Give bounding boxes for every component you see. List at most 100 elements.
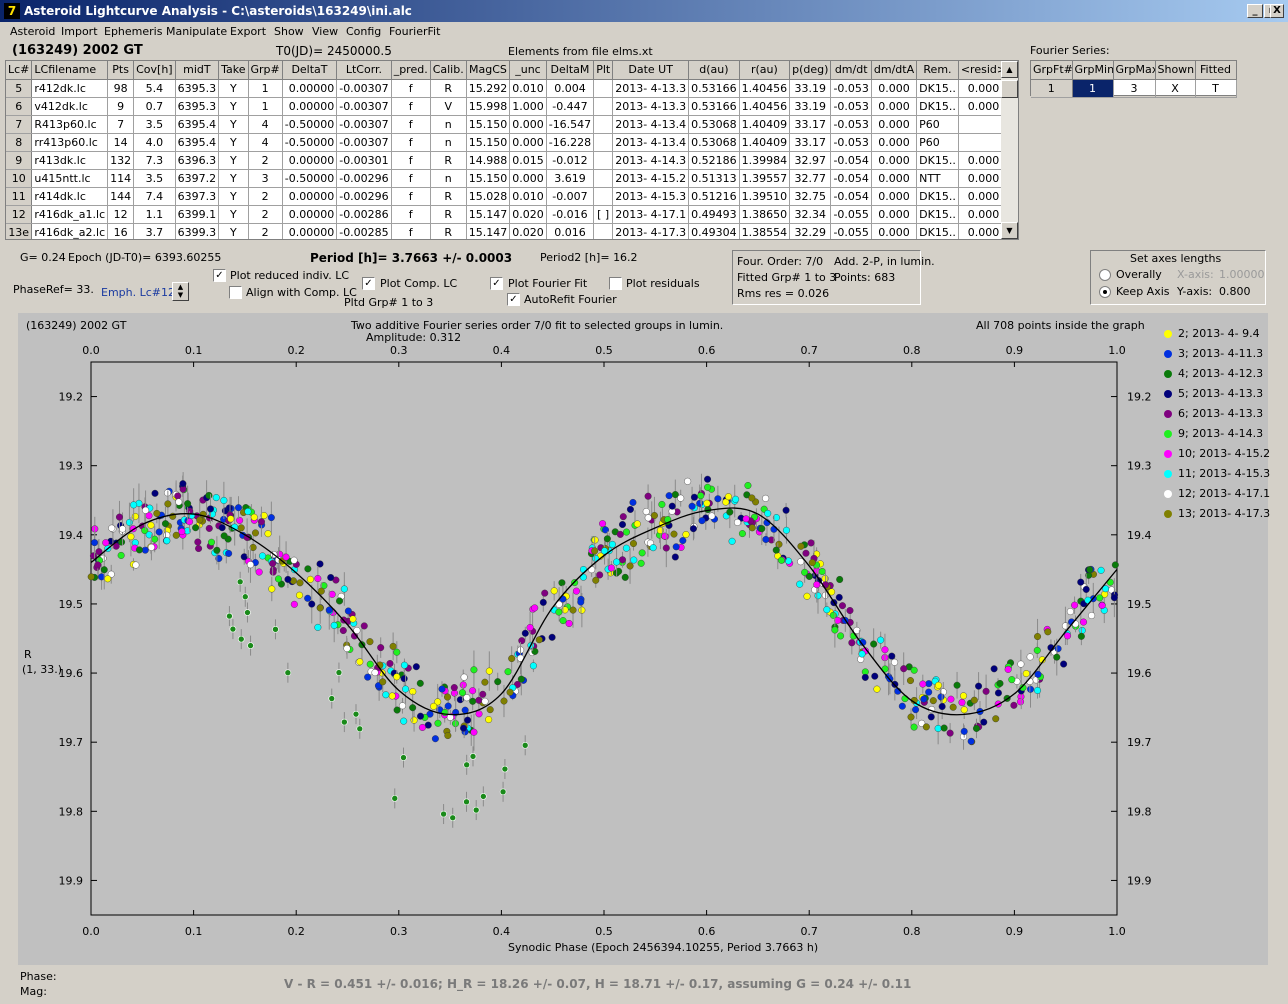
table-cell[interactable]: 2 <box>248 187 283 206</box>
column-header[interactable]: Take <box>218 61 249 80</box>
table-cell[interactable]: 2013- 4-17.3 <box>612 223 690 239</box>
column-header[interactable]: dm/dtA <box>871 61 918 80</box>
table-cell[interactable]: 6395.3 <box>175 79 220 98</box>
keep-axis-radio[interactable] <box>1099 286 1111 298</box>
column-header[interactable]: DeltaM <box>546 61 595 80</box>
column-header[interactable]: d(au) <box>688 61 740 80</box>
table-cell[interactable]: -0.00301 <box>336 151 392 170</box>
lightcurve-plot-area[interactable] <box>18 313 1268 965</box>
table-cell[interactable]: u415ntt.lc <box>31 169 109 188</box>
column-header[interactable]: MagCS <box>466 61 511 80</box>
menu-manipulate[interactable]: Manipulate <box>166 25 227 38</box>
table-cell[interactable]: 16 <box>107 223 135 239</box>
table-cell[interactable]: -0.016 <box>546 205 595 224</box>
table-cell[interactable]: 2013- 4-15.3 <box>612 187 690 206</box>
table-cell[interactable]: 6399.1 <box>175 205 220 224</box>
table-row[interactable]: 8 rr413p60.lc 14 4.0 6395.4 Y 4 -0.50000 -0.0030… <box>6 133 1018 152</box>
table-row[interactable]: 7 R413p60.lc 7 3.5 6395.4 Y 4 -0.50000 -0.00307 f… <box>6 115 1018 134</box>
table-cell[interactable]: 0.53068 <box>688 115 740 134</box>
fourier-series-table[interactable]: GrpFt# GrpMin GrpMax Shown Fitted 1 1 3 … <box>1030 60 1237 98</box>
table-cell[interactable]: 15.998 <box>466 97 511 116</box>
table-cell[interactable]: 0.00000 <box>282 205 338 224</box>
table-cell[interactable]: -0.00296 <box>336 187 392 206</box>
table-cell[interactable]: -0.00307 <box>336 133 392 152</box>
fourier-cell-grpmin[interactable]: 1 <box>1072 79 1114 98</box>
table-cell[interactable]: -0.055 <box>830 205 872 224</box>
table-cell[interactable]: n <box>430 115 467 134</box>
table-cell[interactable]: r412dk.lc <box>31 79 109 98</box>
table-cell[interactable]: DK15.. <box>916 97 959 116</box>
table-cell[interactable] <box>593 187 614 206</box>
table-cell[interactable]: 8 <box>6 133 33 152</box>
table-cell[interactable]: -0.012 <box>546 151 595 170</box>
table-row[interactable]: 6 v412dk.lc 9 0.7 6395.3 Y 1 0.00000 -0.00307 f V 1… <box>6 97 1018 116</box>
table-cell[interactable]: 0.020 <box>509 205 547 224</box>
menu-show[interactable]: Show <box>274 25 304 38</box>
table-cell[interactable]: DK15.. <box>916 223 959 239</box>
table-cell[interactable]: 0.000 <box>509 115 547 134</box>
table-cell[interactable]: 0.000 <box>509 169 547 188</box>
table-cell[interactable]: Y <box>218 79 249 98</box>
table-cell[interactable]: DK15.. <box>916 79 959 98</box>
table-cell[interactable]: 0.53068 <box>688 133 740 152</box>
table-cell[interactable]: f <box>391 187 431 206</box>
table-cell[interactable]: 0.000 <box>871 133 918 152</box>
table-row[interactable]: 12 r416dk_a1.lc 12 1.1 6399.1 Y 2 0.00000 -0.002… <box>6 205 1018 224</box>
table-cell[interactable]: 0.000 <box>871 97 918 116</box>
table-cell[interactable]: 2013- 4-13.3 <box>612 97 690 116</box>
table-cell[interactable] <box>593 151 614 170</box>
plot-reduced-checkbox[interactable]: ✓ <box>213 269 226 282</box>
table-cell[interactable]: R <box>430 79 467 98</box>
table-cell[interactable]: R413p60.lc <box>31 115 109 134</box>
table-cell[interactable]: [ ] <box>593 205 614 224</box>
minimize-button[interactable]: _ <box>1247 4 1263 18</box>
table-cell[interactable]: -0.50000 <box>282 115 338 134</box>
table-cell[interactable]: 15.028 <box>466 187 511 206</box>
plot-comp-checkbox[interactable]: ✓ <box>362 277 375 290</box>
table-cell[interactable]: 3.5 <box>133 169 176 188</box>
table-cell[interactable]: 32.75 <box>789 187 832 206</box>
column-header[interactable]: Cov[h] <box>133 61 176 80</box>
column-header[interactable]: DeltaT <box>282 61 338 80</box>
table-cell[interactable]: n <box>430 169 467 188</box>
table-cell[interactable]: 14 <box>107 133 135 152</box>
table-cell[interactable]: 2013- 4-13.4 <box>612 133 690 152</box>
table-cell[interactable]: f <box>391 115 431 134</box>
table-cell[interactable]: f <box>391 223 431 239</box>
table-cell[interactable]: 1 <box>248 97 283 116</box>
table-cell[interactable]: 3 <box>248 169 283 188</box>
fourier-cell-grpmax[interactable]: 3 <box>1113 79 1156 98</box>
column-header[interactable]: Pts <box>107 61 135 80</box>
table-cell[interactable]: v412dk.lc <box>31 97 109 116</box>
table-cell[interactable]: 0.020 <box>509 223 547 239</box>
table-cell[interactable]: 0.000 <box>871 115 918 134</box>
table-cell[interactable]: 0.00000 <box>282 151 338 170</box>
table-cell[interactable]: -0.00307 <box>336 115 392 134</box>
column-header[interactable]: Rem. <box>916 61 959 80</box>
table-cell[interactable]: f <box>391 169 431 188</box>
table-cell[interactable]: -0.054 <box>830 169 872 188</box>
table-cell[interactable]: 1.39510 <box>739 187 791 206</box>
table-cell[interactable]: 0.010 <box>509 187 547 206</box>
menu-view[interactable]: View <box>312 25 338 38</box>
table-cell[interactable]: 0.000 <box>871 151 918 170</box>
table-cell[interactable]: -0.053 <box>830 133 872 152</box>
column-header[interactable]: _pred. <box>391 61 431 80</box>
table-cell[interactable]: 2 <box>248 205 283 224</box>
table-cell[interactable]: 0.52186 <box>688 151 740 170</box>
table-cell[interactable]: -0.00307 <box>336 97 392 116</box>
overally-radio[interactable] <box>1099 269 1111 281</box>
table-cell[interactable]: 132 <box>107 151 135 170</box>
table-cell[interactable]: 0.000 <box>509 133 547 152</box>
scroll-up-icon[interactable]: ▲ <box>1001 61 1018 78</box>
table-scrollbar[interactable]: ▲ ▼ <box>1001 61 1018 239</box>
table-cell[interactable]: 5.4 <box>133 79 176 98</box>
table-cell[interactable]: NTT <box>916 169 959 188</box>
table-cell[interactable]: 0.53166 <box>688 97 740 116</box>
table-cell[interactable]: 98 <box>107 79 135 98</box>
table-cell[interactable]: 1 <box>248 79 283 98</box>
table-cell[interactable] <box>593 169 614 188</box>
table-cell[interactable]: 2013- 4-17.1 <box>612 205 690 224</box>
table-cell[interactable]: 4.0 <box>133 133 176 152</box>
table-row[interactable]: 13e r416dk_a2.lc 16 3.7 6399.3 Y 2 0.00000 -0.00… <box>6 223 1018 239</box>
